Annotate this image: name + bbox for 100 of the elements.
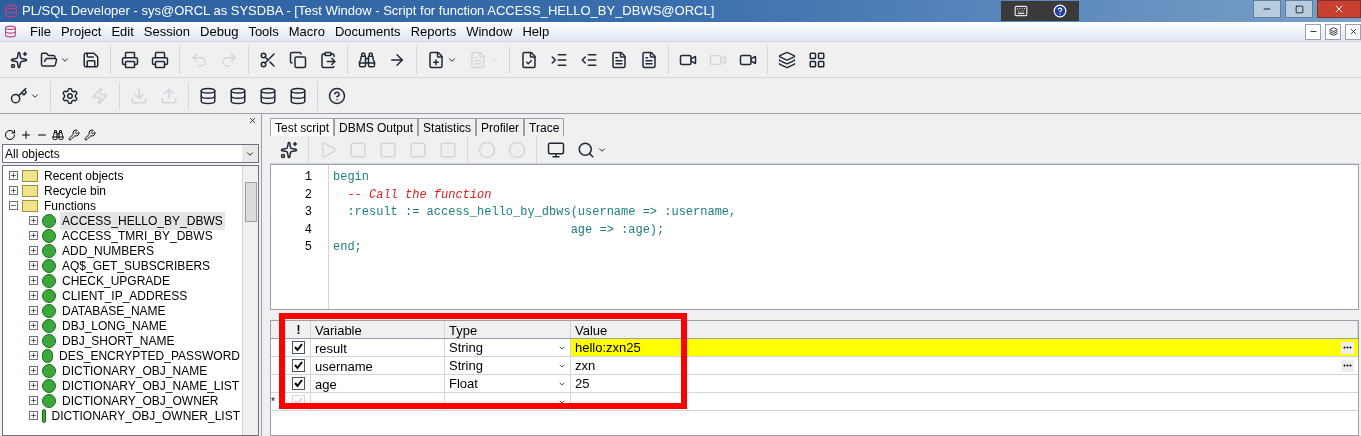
folder-icon <box>22 199 38 212</box>
menu-item[interactable]: Session <box>138 21 196 42</box>
help-icon[interactable] <box>1052 4 1067 18</box>
tree-item[interactable]: ACCESS_HELLO_BY_DBWS <box>60 211 225 230</box>
tab[interactable]: Profiler <box>476 118 525 136</box>
expand-icon[interactable] <box>9 186 18 195</box>
menu-item[interactable]: Reports <box>405 21 462 42</box>
paste-icon <box>319 50 337 69</box>
expand-icon[interactable] <box>9 171 18 180</box>
checkbox[interactable] <box>292 359 305 372</box>
menu-item[interactable]: File <box>25 21 56 42</box>
expand-icon[interactable] <box>29 276 38 285</box>
upload-icon <box>160 86 178 105</box>
expand-icon[interactable] <box>29 291 38 300</box>
app-icon <box>4 4 18 18</box>
expand-icon[interactable] <box>29 336 38 345</box>
expand-icon[interactable] <box>29 366 38 375</box>
menu-item[interactable]: Window <box>461 21 518 42</box>
expand-icon[interactable] <box>29 381 38 390</box>
expand-icon[interactable] <box>29 306 38 315</box>
windows-icon <box>778 50 796 69</box>
cut-icon <box>259 50 277 69</box>
app-icon <box>4 25 17 38</box>
function-icon <box>42 213 56 228</box>
menu-item[interactable]: Help <box>517 21 555 42</box>
mdi-restore-button[interactable] <box>1325 23 1341 40</box>
type-dropdown[interactable]: Float <box>445 375 571 392</box>
refresh-icon[interactable] <box>4 129 16 141</box>
plus-icon[interactable] <box>20 129 32 141</box>
menu-item[interactable]: Macro <box>283 21 330 42</box>
table-cell-text: 25 <box>574 375 591 392</box>
tab[interactable]: Trace <box>524 118 565 136</box>
type-dropdown[interactable]: String <box>445 357 571 374</box>
menu-item[interactable]: Debug <box>195 21 244 42</box>
expand-icon[interactable] <box>29 216 38 225</box>
code-line: begin <box>333 169 370 186</box>
column-header[interactable]: Type <box>445 321 571 338</box>
dots-icon <box>1343 364 1352 367</box>
line-number: 2 <box>304 186 312 203</box>
expand-icon[interactable] <box>29 231 38 240</box>
tab[interactable]: DBMS Output <box>334 118 419 136</box>
function-icon <box>42 318 56 333</box>
code-comment: -- Call the function <box>346 186 493 203</box>
checkbox[interactable] <box>292 341 305 354</box>
keyboard-icon[interactable] <box>1013 4 1028 18</box>
checkbox[interactable] <box>292 377 305 390</box>
header-cell: ! <box>287 321 311 338</box>
mdi-close-icon <box>1348 27 1358 36</box>
folder-icon <box>22 169 38 182</box>
menu-item[interactable]: Tools <box>243 21 284 42</box>
redo-icon <box>220 50 238 69</box>
line-number: 3 <box>304 204 312 221</box>
maximize-button[interactable] <box>1285 0 1313 18</box>
close-icon <box>1333 3 1345 15</box>
function-icon <box>42 243 56 258</box>
expand-icon[interactable] <box>29 351 38 360</box>
line-number: 5 <box>304 239 312 256</box>
more-button[interactable] <box>1341 341 1354 354</box>
open-icon <box>40 50 58 69</box>
print-preview-icon <box>151 50 169 69</box>
expand-icon[interactable] <box>29 321 38 330</box>
more-button[interactable] <box>1341 359 1354 372</box>
expand-icon[interactable] <box>29 261 38 270</box>
mdi-close-button[interactable] <box>1345 23 1361 40</box>
close-icon[interactable] <box>248 115 257 125</box>
run-icon <box>319 140 337 159</box>
tab[interactable]: Test script <box>270 118 334 136</box>
expand-icon[interactable] <box>29 246 38 255</box>
function-icon <box>42 228 56 243</box>
expand-icon[interactable] <box>29 411 38 420</box>
code-line: :result := access_hello_by_dbws(username => :username, <box>346 204 737 221</box>
column-header[interactable]: Variable <box>311 321 445 338</box>
tile-icon <box>808 50 826 69</box>
export-icon <box>469 50 487 69</box>
function-icon <box>42 348 54 363</box>
minimize-button[interactable] <box>1253 0 1281 18</box>
function-icon <box>42 363 56 378</box>
scrollbar[interactable] <box>242 166 258 435</box>
menu-item[interactable]: Project <box>55 21 107 42</box>
document-icon <box>640 50 658 69</box>
help-icon <box>328 86 346 105</box>
database-delete-icon <box>289 86 307 105</box>
column-header[interactable]: Value <box>571 321 1358 338</box>
tab[interactable]: Statistics <box>418 118 477 136</box>
function-icon <box>42 303 56 318</box>
database-icon <box>199 86 217 105</box>
menu-item[interactable]: Edit <box>106 21 139 42</box>
table-cell: age <box>311 375 445 392</box>
line-number: 1 <box>304 169 312 186</box>
filter-dropdown[interactable]: All objects <box>2 144 259 163</box>
collapse-icon[interactable] <box>9 201 18 210</box>
monitor-icon <box>547 140 565 159</box>
print-icon <box>121 50 139 69</box>
tree-item[interactable]: Recent objects <box>42 166 126 185</box>
menu-item[interactable]: Documents <box>329 21 406 42</box>
find-icon[interactable] <box>52 129 64 141</box>
code-editor[interactable]: 1 2 3 4 5 begin -- Call the function :result := access_hello_by_dbws(username => :username, age => :age); end; <box>270 164 1359 310</box>
expand-icon[interactable] <box>29 396 38 405</box>
save-icon <box>82 50 100 69</box>
table-cell: zxn <box>571 357 1358 374</box>
